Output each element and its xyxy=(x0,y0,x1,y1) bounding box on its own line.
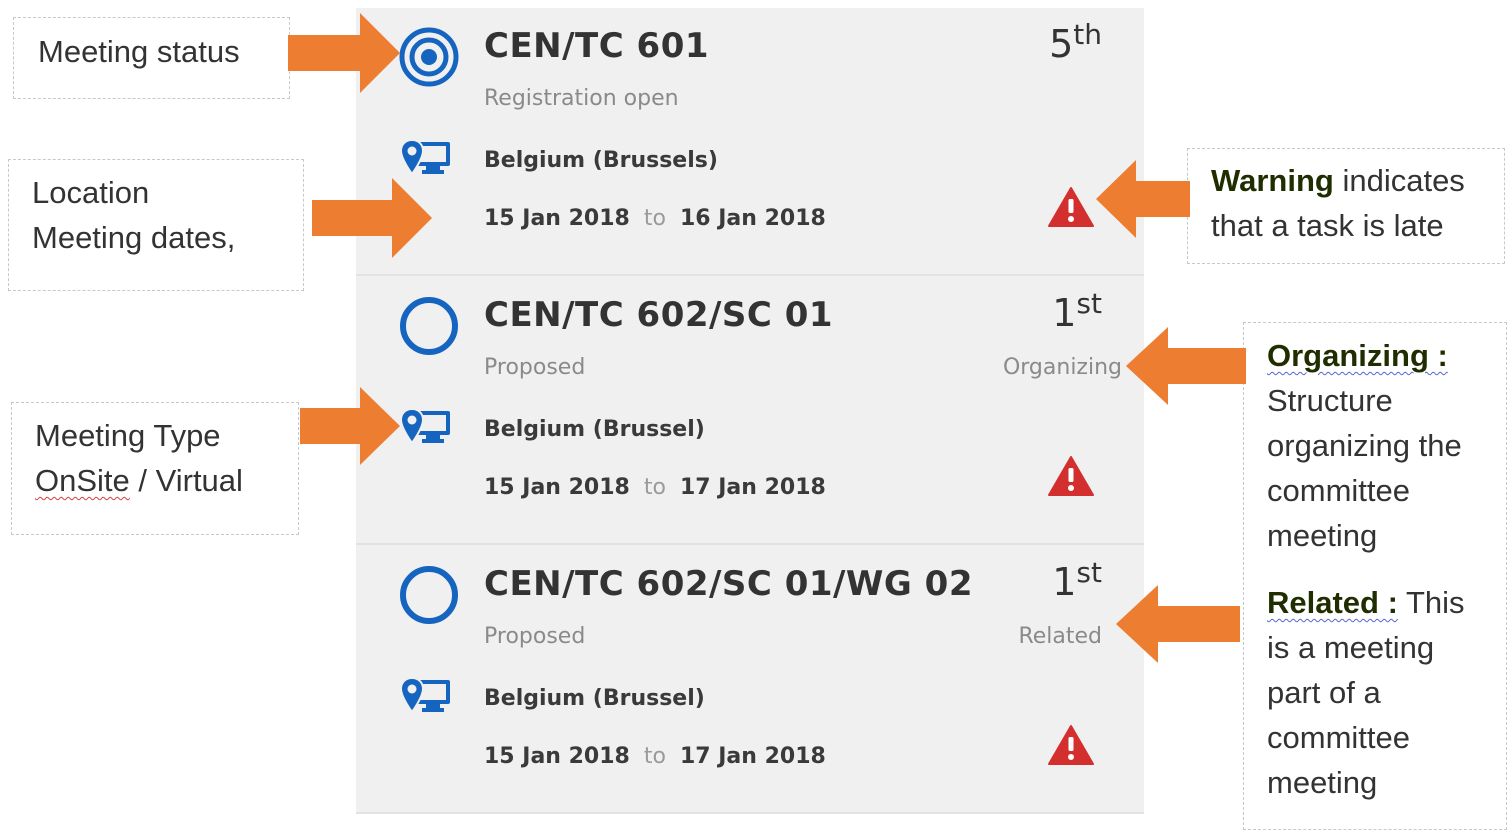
meeting-list: CEN/TC 601 Registration open 5th Belgium… xyxy=(356,8,1144,814)
circle-outline-icon xyxy=(400,297,458,355)
arrow-right-icon xyxy=(300,387,400,465)
callout-location-dates: Location Meeting dates, xyxy=(8,159,304,291)
meeting-role: Organizing xyxy=(1002,355,1122,380)
meeting-card[interactable]: CEN/TC 601 Registration open 5th Belgium… xyxy=(356,8,1144,276)
target-icon xyxy=(399,27,459,87)
meeting-location: Belgium (Brussel) xyxy=(484,417,705,442)
committee-code[interactable]: CEN/TC 601 xyxy=(484,26,709,66)
circle-outline-icon xyxy=(400,566,458,624)
session-number: 5th xyxy=(1049,18,1102,66)
callout-meeting-status: Meeting status xyxy=(13,17,290,99)
warning-triangle-icon[interactable] xyxy=(1048,455,1094,497)
warning-triangle-icon[interactable] xyxy=(1048,724,1094,766)
arrow-left-icon xyxy=(1096,160,1190,238)
session-number: 1st xyxy=(1052,556,1102,604)
meeting-location: Belgium (Brussels) xyxy=(484,148,718,173)
meeting-dates: 15 Jan 2018 to 16 Jan 2018 xyxy=(484,206,826,231)
committee-code[interactable]: CEN/TC 602/SC 01/WG 02 xyxy=(484,564,973,604)
arrow-right-icon xyxy=(312,178,432,258)
meeting-card[interactable]: CEN/TC 602/SC 01 Proposed 1st Organizing… xyxy=(356,277,1144,545)
meeting-card[interactable]: CEN/TC 602/SC 01/WG 02 Proposed 1st Rela… xyxy=(356,546,1144,814)
arrow-right-icon xyxy=(288,13,400,93)
warning-triangle-icon[interactable] xyxy=(1048,186,1094,228)
meeting-role: Related xyxy=(1018,624,1102,649)
location-computer-icon xyxy=(400,676,450,714)
meeting-location: Belgium (Brussel) xyxy=(484,686,705,711)
meeting-dates: 15 Jan 2018 to 17 Jan 2018 xyxy=(484,475,826,500)
callout-organizing-related: Organizing : Structure organizing the co… xyxy=(1243,322,1507,830)
arrow-left-icon xyxy=(1116,585,1240,663)
meeting-status: Proposed xyxy=(484,355,586,380)
meeting-status: Proposed xyxy=(484,624,586,649)
arrow-left-icon xyxy=(1126,327,1246,405)
location-computer-icon xyxy=(400,407,450,445)
location-computer-icon xyxy=(400,138,450,176)
session-number: 1st xyxy=(1052,287,1102,335)
callout-meeting-type: Meeting Type OnSite / Virtual xyxy=(11,402,299,535)
committee-code[interactable]: CEN/TC 602/SC 01 xyxy=(484,295,833,335)
callout-warning: Warning indicates that a task is late xyxy=(1187,148,1505,264)
meeting-dates: 15 Jan 2018 to 17 Jan 2018 xyxy=(484,744,826,769)
meeting-status: Registration open xyxy=(484,86,679,111)
